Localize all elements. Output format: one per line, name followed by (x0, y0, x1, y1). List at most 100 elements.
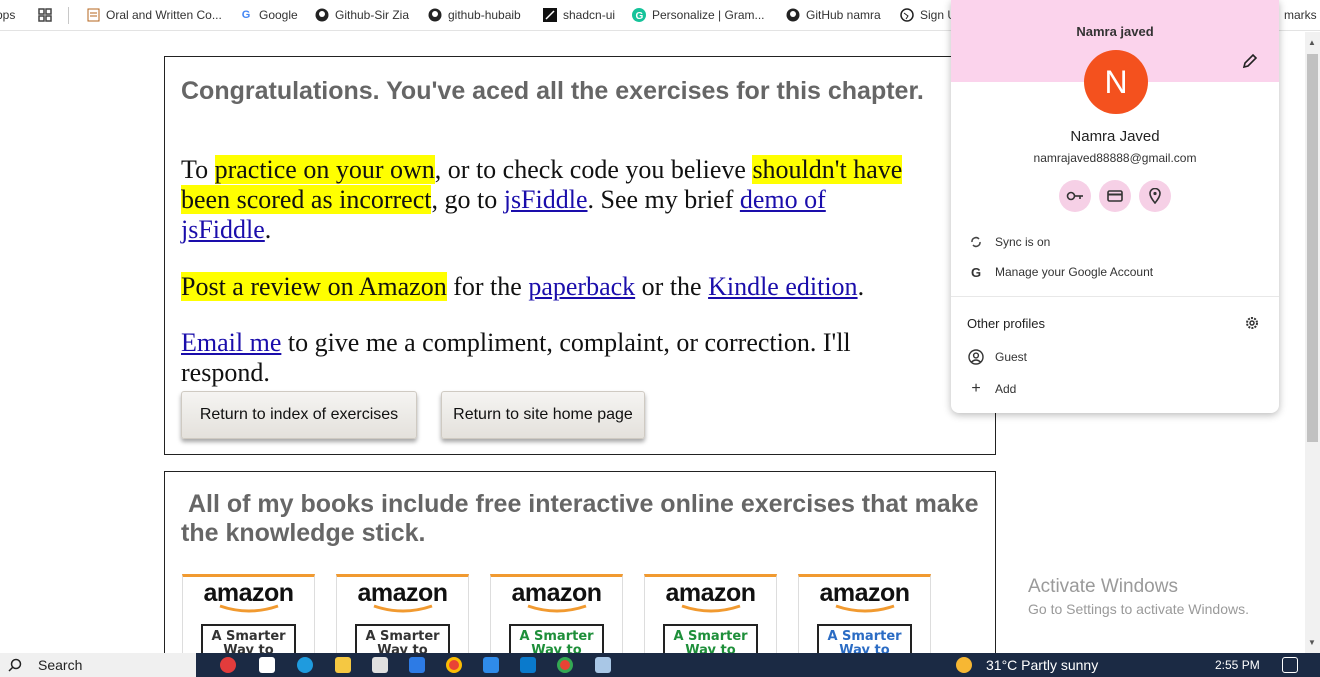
book-cover-title: A Smarter Way to Learn (355, 624, 450, 653)
bookmark-label: github-hubaib (448, 8, 521, 22)
jsfiddle-link[interactable]: jsFiddle (504, 185, 588, 214)
scroll-up-arrow-icon[interactable]: ▲ (1308, 38, 1316, 47)
book-thumbnail[interactable]: amazon A Smarter Way to Learn (182, 574, 315, 653)
bookmark-google[interactable]: G Google (239, 6, 298, 24)
taskbar-clock[interactable]: 2:55 PM (1215, 658, 1260, 672)
profile-menu: Namra javed N Namra Javed namrajaved8888… (951, 0, 1279, 413)
book-thumbnail[interactable]: amazon A Smarter Way to (490, 574, 623, 653)
page-scrollbar[interactable]: ▲ ▼ (1305, 32, 1320, 653)
sync-label: Sync is on (995, 235, 1051, 249)
book-cover-title: A Smarter Way to (663, 624, 758, 653)
store-icon[interactable] (372, 657, 388, 673)
bookmark-github-sir-zia[interactable]: Github-Sir Zia (315, 6, 409, 24)
other-bookmarks[interactable]: marks (1284, 6, 1317, 24)
scrollbar-thumb[interactable] (1307, 54, 1318, 442)
add-label: Add (995, 382, 1017, 396)
apps-grid-icon[interactable] (38, 6, 52, 24)
passwords-key-icon[interactable] (1059, 180, 1091, 212)
amazon-logo: amazon (819, 579, 910, 607)
profile-divider (951, 296, 1279, 297)
taskbar-search[interactable]: Search (0, 653, 196, 677)
text: for the (446, 272, 529, 301)
highlight-review: Post a review on Amazon (181, 272, 447, 301)
notepad-icon[interactable] (595, 657, 611, 673)
demo-of-link[interactable]: demo of (740, 185, 826, 214)
tulip-app-icon[interactable] (220, 657, 236, 673)
apps-bookmark[interactable]: Apps (0, 6, 15, 24)
book-thumbnail[interactable]: amazon A Smarter Way to (798, 574, 931, 653)
bookmark-grammarly[interactable]: G Personalize | Gram... (632, 6, 765, 24)
bookmark-label: Github-Sir Zia (335, 8, 410, 22)
windows-taskbar: Search 31°C Partly sunny 2:55 PM (0, 653, 1320, 677)
email-me-link[interactable]: Email me (181, 328, 281, 357)
manage-account-row[interactable]: G Manage your Google Account (967, 261, 1153, 283)
text: or the (635, 272, 709, 301)
globe-icon (900, 8, 914, 22)
paperback-link[interactable]: paperback (528, 272, 635, 301)
scroll-down-arrow-icon[interactable]: ▼ (1308, 638, 1316, 647)
notifications-icon[interactable] (1282, 657, 1298, 673)
bookmark-label: GitHub namra (806, 8, 881, 22)
sync-status-row[interactable]: Sync is on (967, 231, 1050, 253)
bookmark-sign-up[interactable]: Sign U (900, 6, 956, 24)
activate-windows-title: Activate Windows (1028, 576, 1178, 597)
bookmark-oral-written[interactable]: Oral and Written Co... (86, 6, 222, 24)
mail-icon[interactable] (409, 657, 425, 673)
weather-sun-icon[interactable] (956, 657, 972, 673)
return-index-button[interactable]: Return to index of exercises (181, 391, 417, 439)
github-icon (786, 8, 800, 22)
amazon-logo: amazon (511, 579, 602, 607)
bookmark-label: Google (259, 8, 298, 22)
payment-card-icon[interactable] (1099, 180, 1131, 212)
file-explorer-icon[interactable] (335, 657, 351, 673)
google-icon: G (970, 264, 982, 280)
highlight-incorrect: been scored as incorrect (181, 185, 432, 214)
kindle-edition-link[interactable]: Kindle edition (708, 272, 857, 301)
bookmark-shadcn[interactable]: shadcn-ui (543, 6, 615, 24)
return-home-button[interactable]: Return to site home page (441, 391, 645, 439)
edge-icon[interactable] (297, 657, 313, 673)
book-cover-title: A Smarter Way to (817, 624, 912, 653)
task-view-icon[interactable] (259, 657, 275, 673)
weather-text[interactable]: 31°C Partly sunny (986, 657, 1098, 673)
chrome-icon[interactable] (446, 657, 462, 673)
practice-paragraph: To practice on your own, or to check cod… (181, 155, 995, 245)
demo-jsfiddle-link[interactable]: jsFiddle (181, 215, 265, 244)
profile-header-name: Namra javed (1076, 24, 1154, 39)
bookmark-label: Oral and Written Co... (106, 8, 222, 22)
shadcn-icon (543, 8, 557, 22)
guest-profile-row[interactable]: Guest (967, 346, 1027, 368)
bookmark-github-hubaib[interactable]: github-hubaib (428, 6, 521, 24)
bookmark-github-namra[interactable]: GitHub namra (786, 6, 881, 24)
text: , or to check code you believe (434, 155, 753, 184)
addresses-location-icon[interactable] (1139, 180, 1171, 212)
book-thumbnail[interactable]: amazon A Smarter Way to (644, 574, 777, 653)
guest-label: Guest (995, 350, 1028, 364)
amazon-logo: amazon (203, 579, 294, 607)
manage-account-label: Manage your Google Account (995, 265, 1154, 279)
avatar[interactable]: N (1084, 50, 1148, 114)
text: . (857, 272, 865, 301)
review-paragraph: Post a review on Amazon for the paperbac… (181, 272, 981, 302)
search-label: Search (38, 657, 83, 673)
amazon-logo: amazon (665, 579, 756, 607)
windows-app-icon[interactable] (483, 657, 499, 673)
gear-icon[interactable] (1244, 315, 1260, 331)
edit-pencil-icon[interactable] (1241, 52, 1259, 70)
text: , go to (431, 185, 504, 214)
add-profile-row[interactable]: + Add (967, 378, 1016, 400)
vscode-icon[interactable] (520, 657, 536, 673)
text: . See my brief (587, 185, 740, 214)
text: . (264, 215, 272, 244)
completion-box: Congratulations. You've aced all the exe… (164, 56, 996, 455)
books-box: All of my books include free interactive… (164, 471, 996, 653)
activate-windows-watermark: Activate Windows Go to Settings to activ… (1028, 576, 1249, 617)
highlight-practice: practice on your own (214, 155, 435, 184)
grammarly-icon: G (632, 8, 646, 22)
congrats-heading: Congratulations. You've aced all the exe… (181, 77, 924, 105)
bookmarks-divider (68, 7, 69, 24)
book-thumbnail[interactable]: amazon A Smarter Way to Learn (336, 574, 469, 653)
email-paragraph: Email me to give me a compliment, compla… (181, 328, 941, 388)
text: to give me a compliment, complaint, or c… (181, 328, 851, 387)
chrome-active-icon[interactable] (557, 657, 573, 673)
